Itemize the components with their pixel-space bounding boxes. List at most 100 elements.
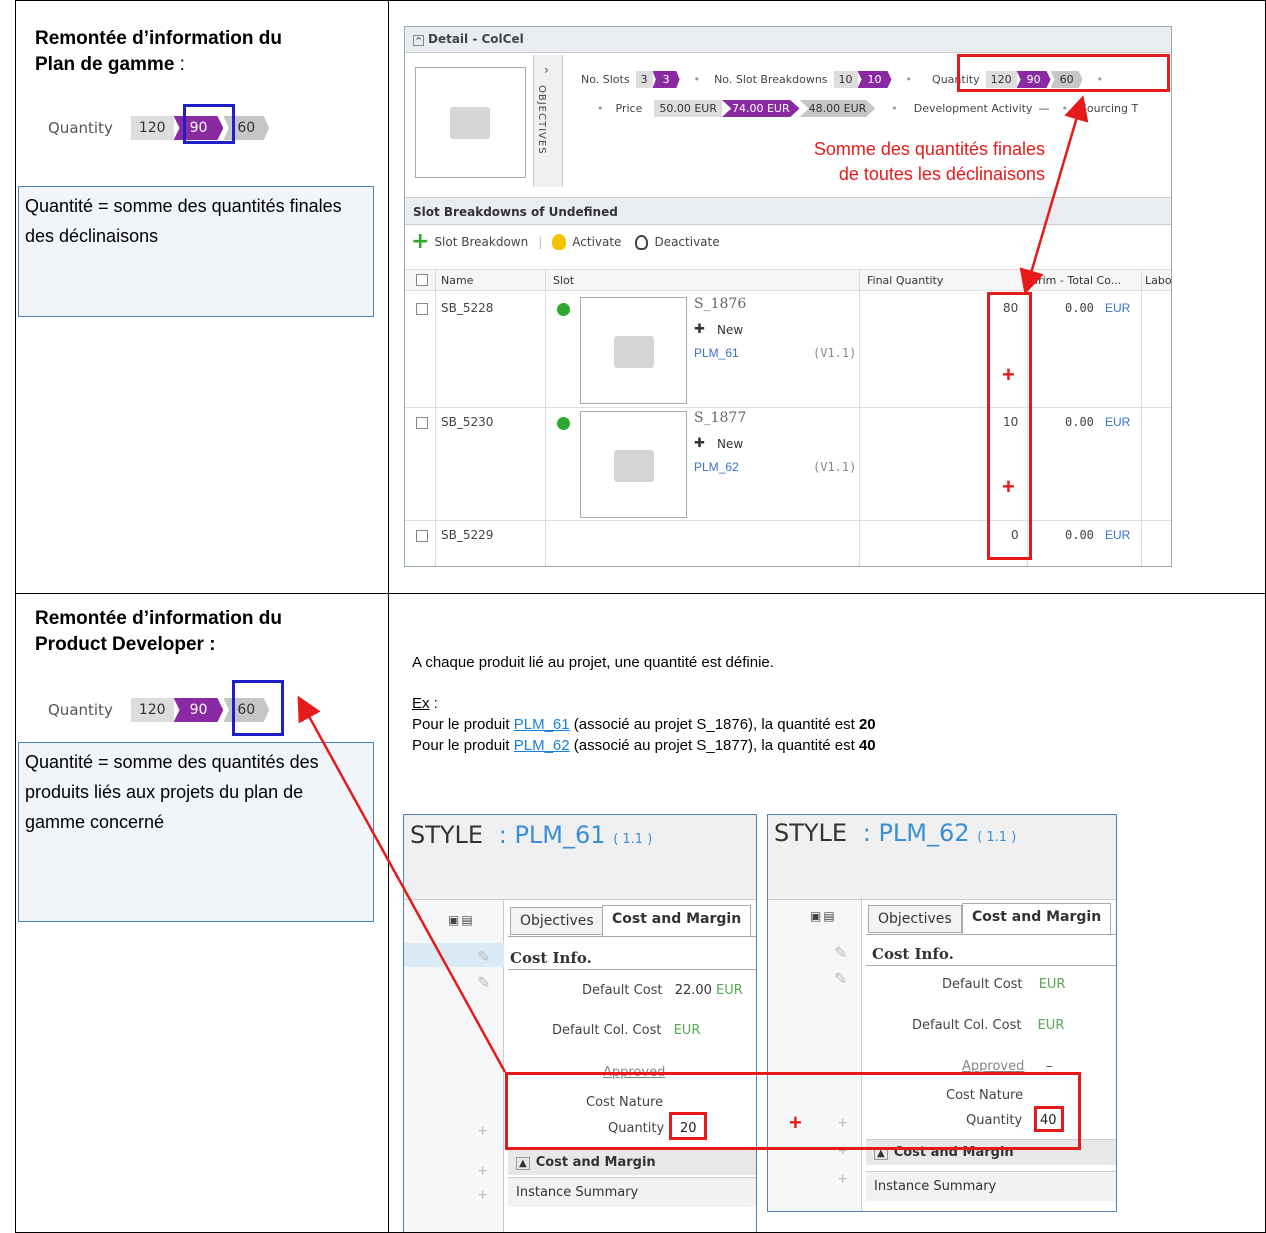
section-title-plan-de-gamme: Remontée d’information du Plan de gamme … bbox=[35, 26, 375, 78]
tab-cost-and-margin[interactable]: Cost and Margin bbox=[962, 903, 1112, 935]
title-line2: Product Developer : bbox=[35, 634, 216, 655]
sourcing-label: Sourcing T bbox=[1079, 102, 1139, 115]
trim-value: 0.00 bbox=[1065, 301, 1094, 315]
trim-value: 0.00 bbox=[1065, 415, 1094, 429]
highlight-box-60 bbox=[232, 680, 284, 736]
pencil-icon[interactable]: ✎ bbox=[477, 973, 490, 993]
row-name: SB_5228 bbox=[441, 301, 494, 315]
default-col-cost-label: Default Col. Cost bbox=[552, 1023, 662, 1038]
detail-panel: ^ Detail - ColCel › OBJECTIVES No. Slots … bbox=[404, 26, 1172, 567]
highlight-box-detail-quantity bbox=[957, 54, 1170, 92]
plus-sign-3: + bbox=[789, 1110, 802, 1135]
highlight-box-qty-40 bbox=[1034, 1106, 1064, 1132]
default-col-cost-label: Default Col. Cost bbox=[912, 1018, 1022, 1033]
example-line-2: Pour le produit PLM_62 (associé au proje… bbox=[412, 737, 876, 754]
slot-image-placeholder bbox=[580, 297, 687, 404]
no-sb-chip-a: 10 bbox=[833, 71, 858, 88]
col-header-final-quantity[interactable]: Final Quantity bbox=[867, 274, 943, 287]
tab-objectives[interactable]: Objectives bbox=[868, 905, 962, 933]
quantity-label: Quantity bbox=[48, 701, 113, 719]
price-chip-a: 50.00 EUR bbox=[654, 100, 722, 117]
detail-header: ^ Detail - ColCel bbox=[405, 27, 1171, 53]
row-name: SB_5230 bbox=[441, 415, 494, 429]
slot-status: New bbox=[717, 437, 744, 451]
detail-header-title: Detail - ColCel bbox=[428, 32, 524, 46]
bulb-on-icon bbox=[552, 234, 567, 250]
slot-status: New bbox=[717, 323, 744, 337]
chevron-right-icon: › bbox=[544, 63, 549, 77]
quantity-chip-120: 120 bbox=[130, 698, 174, 722]
tab-cost-and-margin[interactable]: Cost and Margin bbox=[602, 905, 752, 937]
tab-objectives[interactable]: Objectives bbox=[510, 907, 604, 935]
row-checkbox[interactable] bbox=[416, 417, 428, 429]
collapse-icon[interactable]: ^ bbox=[413, 35, 424, 46]
table-row[interactable]: SB_5229 0 0.00 EUR bbox=[405, 520, 1171, 566]
intro-text: A chaque produit lié au projet, une quan… bbox=[412, 654, 774, 671]
explanation-text: A chaque produit lié au projet, une quan… bbox=[412, 652, 1252, 756]
plm-link[interactable]: PLM_62 bbox=[694, 460, 739, 474]
default-col-cost-currency: EUR bbox=[1037, 1018, 1065, 1033]
col-header-labor[interactable]: Labo bbox=[1145, 274, 1171, 287]
development-activity-value: — bbox=[1038, 102, 1050, 115]
default-cost-value: 22.00 bbox=[674, 983, 712, 998]
row-checkbox[interactable] bbox=[416, 530, 428, 542]
image-placeholder-main bbox=[415, 67, 526, 178]
note-box-top: Quantité = somme des quantités finales d… bbox=[18, 186, 374, 317]
slot-code: S_1877 bbox=[694, 410, 747, 426]
no-slot-breakdowns-label: No. Slot Breakdowns bbox=[714, 73, 828, 86]
plus-icon: + bbox=[411, 229, 430, 254]
slot-image-placeholder bbox=[580, 411, 687, 518]
title-line1: Remontée d’information du bbox=[35, 28, 282, 49]
highlight-box-qty-20 bbox=[669, 1112, 707, 1140]
plm-link[interactable]: PLM_61 bbox=[694, 346, 739, 360]
objectives-sidebar[interactable]: › OBJECTIVES bbox=[533, 55, 563, 187]
tree-view-icons[interactable]: ▣▤ bbox=[448, 913, 475, 927]
col-header-slot[interactable]: Slot bbox=[553, 274, 574, 287]
style-version: ( 1.1 ) bbox=[613, 832, 653, 847]
pencil-icon[interactable]: ✎ bbox=[834, 943, 847, 963]
plm-61-link[interactable]: PLM_61 bbox=[514, 716, 570, 733]
cost-and-margin-section[interactable]: ▲ Cost and Margin bbox=[508, 1149, 756, 1175]
quantity-chip-120: 120 bbox=[130, 116, 174, 140]
active-status-icon bbox=[557, 417, 570, 430]
bulb-off-icon bbox=[635, 234, 649, 250]
style-version: ( 1.1 ) bbox=[977, 830, 1017, 845]
default-col-cost-currency: EUR bbox=[673, 1023, 701, 1038]
style-title: STYLE bbox=[774, 819, 848, 847]
default-cost-currency: EUR bbox=[1038, 977, 1066, 992]
style-code: : PLM_61 bbox=[498, 821, 606, 849]
quantity-chip-90: 90 bbox=[173, 698, 224, 722]
tree-view-icons[interactable]: ▣▤ bbox=[810, 909, 837, 923]
style-title: STYLE bbox=[410, 821, 484, 849]
select-all-checkbox[interactable] bbox=[416, 274, 428, 286]
pencil-icon[interactable]: ✎ bbox=[477, 947, 490, 967]
price-chip-b: 74.00 EUR bbox=[721, 100, 800, 117]
section-title: Slot Breakdowns of Undefined bbox=[413, 205, 618, 219]
style-panel-plm62: STYLE : PLM_62 ( 1.1 ) ▣▤ ✎ ✎ + + + Obje… bbox=[767, 814, 1117, 1212]
plus-sign-1: + bbox=[1002, 362, 1015, 387]
col-header-name[interactable]: Name bbox=[441, 274, 473, 287]
instance-summary[interactable]: Instance Summary bbox=[866, 1171, 1116, 1201]
plus-sign-2: + bbox=[1002, 474, 1015, 499]
default-cost-label: Default Cost bbox=[582, 983, 663, 998]
activate-button[interactable]: Activate bbox=[572, 235, 621, 249]
note-box-bottom: Quantité = somme des quantités des produ… bbox=[18, 742, 374, 922]
active-status-icon bbox=[557, 303, 570, 316]
development-activity-label: Development Activity bbox=[913, 102, 1033, 115]
table-row[interactable]: SB_5228 S_1876 ✚ New PLM_61 (V1.1) 80 0.… bbox=[405, 293, 1171, 407]
row-checkbox[interactable] bbox=[416, 303, 428, 315]
row-name: SB_5229 bbox=[441, 528, 494, 542]
annotation-sum-text: Somme des quantités finales de toutes les… bbox=[813, 139, 1045, 184]
style-code: : PLM_62 bbox=[862, 819, 970, 847]
instance-summary[interactable]: Instance Summary bbox=[508, 1177, 756, 1207]
slot-breakdown-button[interactable]: Slot Breakdown bbox=[434, 235, 528, 249]
pencil-icon[interactable]: ✎ bbox=[834, 969, 847, 989]
cost-info-heading: Cost Info. bbox=[872, 945, 954, 963]
slot-breakdowns-section: Slot Breakdowns of Undefined bbox=[405, 197, 1171, 225]
plm-62-link[interactable]: PLM_62 bbox=[514, 737, 570, 754]
version-label: (V1.1) bbox=[813, 460, 857, 474]
deactivate-button[interactable]: Deactivate bbox=[654, 235, 719, 249]
table-row[interactable]: SB_5230 S_1877 ✚ New PLM_62 (V1.1) 10 0.… bbox=[405, 407, 1171, 520]
col-header-trim[interactable]: Trim - Total Co... bbox=[1033, 274, 1121, 287]
grid-header: Name Slot Final Quantity Trim - Total Co… bbox=[405, 269, 1171, 291]
